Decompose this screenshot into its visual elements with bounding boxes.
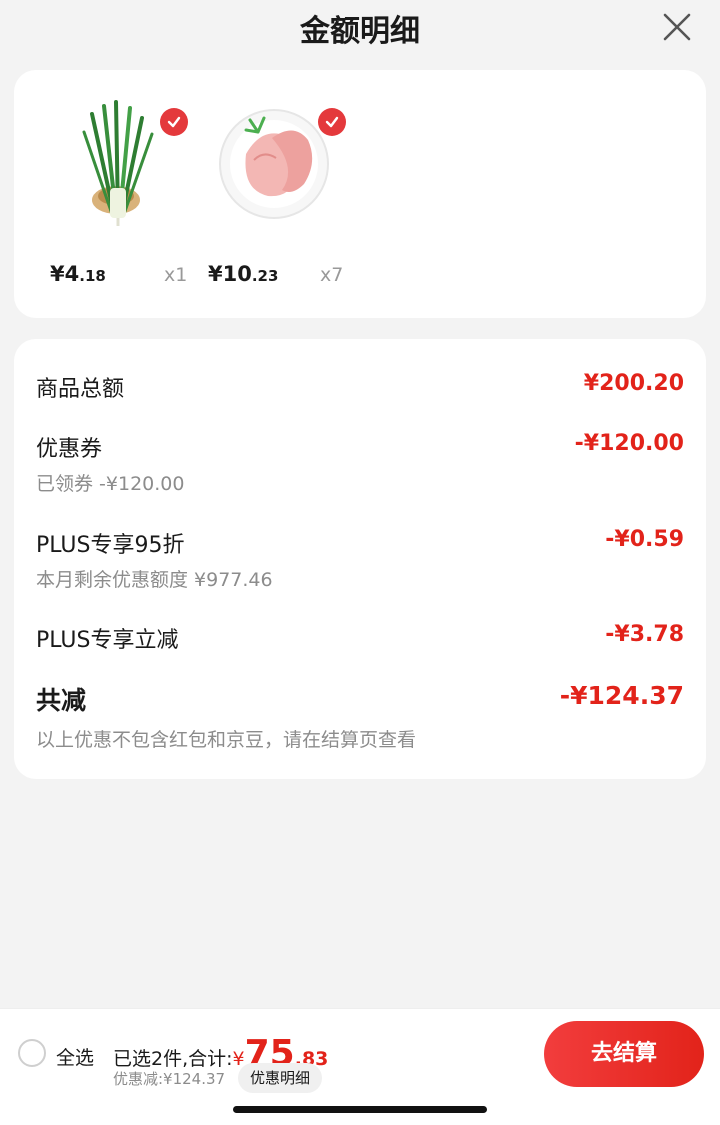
plus-reduction-value: -¥3.78 (605, 622, 684, 647)
amount-detail-card: 商品总额 ¥200.20 优惠券 -¥120.00 已领券 -¥120.00 P… (14, 339, 706, 779)
plus-discount-value: -¥0.59 (605, 527, 684, 552)
product-price: ¥4.18 (50, 262, 106, 286)
summary-prefix: 已选2件,合计: (113, 1048, 233, 1070)
total-reduction-value: -¥124.37 (559, 681, 684, 710)
product-price: ¥10.23 (208, 262, 279, 286)
total-reduction-label: 共减 (36, 686, 87, 715)
check-icon[interactable] (160, 108, 188, 136)
check-icon[interactable] (318, 108, 346, 136)
select-all-label[interactable]: 全选 (56, 1043, 94, 1070)
coupon-value: -¥120.00 (574, 431, 684, 456)
coupon-label: 优惠券 (36, 437, 103, 462)
plus-discount-label: PLUS专享95折 (36, 533, 185, 558)
coupon-sub: 已领券 -¥120.00 (36, 473, 185, 495)
goods-total-value: ¥200.20 (583, 371, 684, 396)
discount-detail-button[interactable]: 优惠明细 (238, 1063, 323, 1093)
close-icon[interactable] (660, 10, 694, 44)
plus-reduction-label: PLUS专享立减 (36, 628, 179, 653)
home-indicator (233, 1106, 487, 1113)
page-title: 金额明细 (300, 14, 420, 49)
plus-discount-sub: 本月剩余优惠额度 ¥977.46 (36, 569, 273, 591)
goods-total-label: 商品总额 (36, 377, 125, 402)
product-qty: x1 (164, 264, 188, 286)
discount-note: 以上优惠不包含红包和京豆，请在结算页查看 (36, 729, 417, 751)
product-item[interactable]: ¥4.18 x1 (44, 92, 204, 312)
select-all-radio[interactable] (18, 1039, 46, 1067)
product-item[interactable]: ¥10.23 x7 (202, 92, 362, 312)
product-card: ¥4.18 x1 ¥10.23 x7 (14, 70, 706, 318)
discount-summary: 优惠减:¥124.37 (113, 1070, 226, 1088)
header: 金额明细 (0, 0, 720, 56)
checkout-button[interactable]: 去结算 (544, 1021, 704, 1087)
product-qty: x7 (320, 264, 344, 286)
